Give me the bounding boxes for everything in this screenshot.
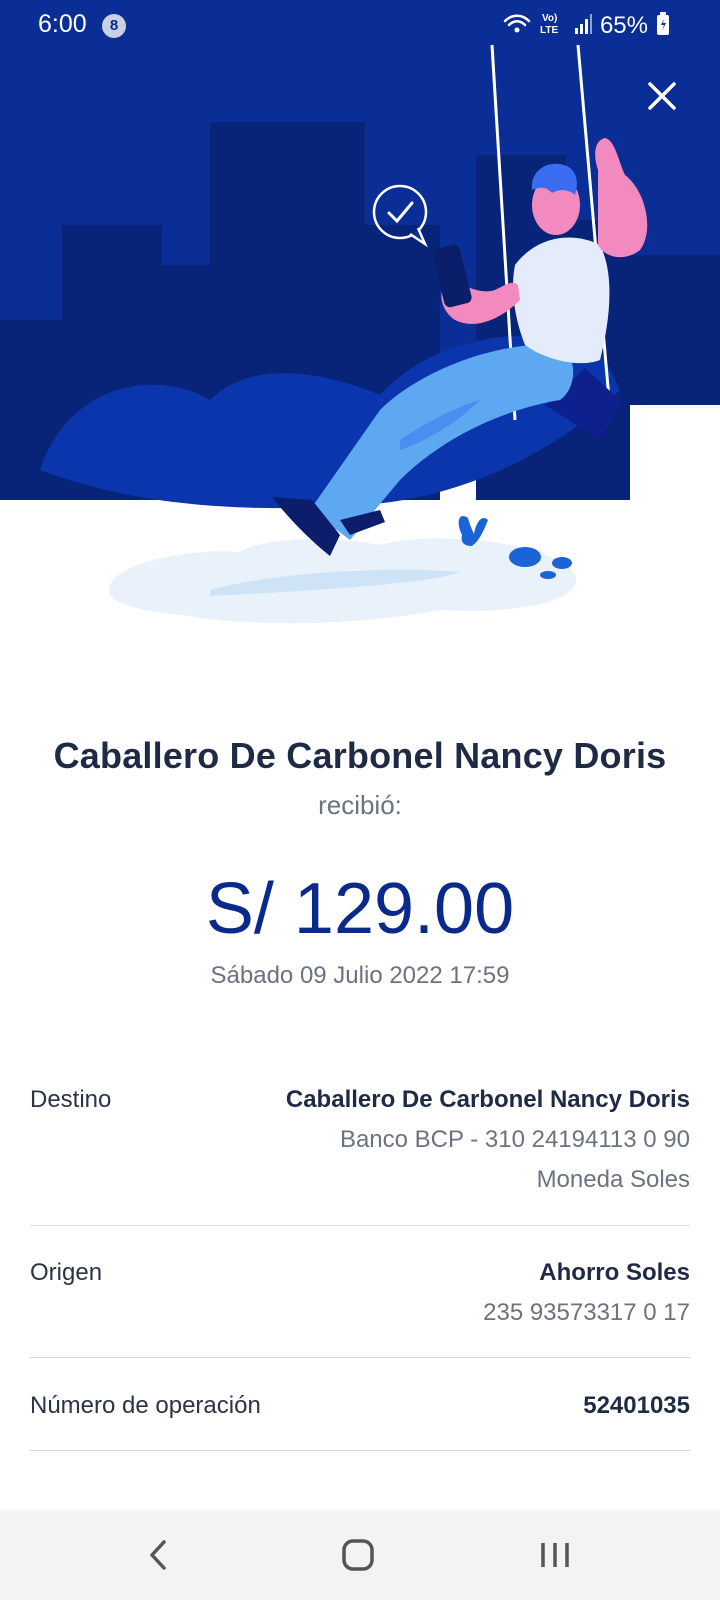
status-icons: Vo) LTE 65% bbox=[502, 11, 670, 42]
home-button[interactable] bbox=[328, 1530, 388, 1580]
back-button[interactable] bbox=[128, 1530, 188, 1580]
battery-icon bbox=[656, 11, 670, 41]
back-icon bbox=[150, 1540, 166, 1570]
transfer-amount: S/ 129.00 bbox=[205, 869, 515, 949]
notification-count-badge: 8 bbox=[102, 14, 126, 38]
home-icon bbox=[342, 1539, 374, 1571]
detail-row-origen: Origen Ahorro Soles 235 93573317 0 17 bbox=[30, 1253, 690, 1333]
recents-icon bbox=[541, 1543, 569, 1567]
close-icon bbox=[648, 82, 676, 110]
divider bbox=[30, 1225, 690, 1226]
status-time: 6:00 bbox=[38, 10, 87, 38]
wifi-icon bbox=[502, 12, 532, 41]
network-label: LTE bbox=[540, 25, 558, 36]
origen-account-number: 235 93573317 0 17 bbox=[483, 1299, 690, 1326]
origen-values: Ahorro Soles 235 93573317 0 17 bbox=[483, 1253, 690, 1333]
destino-currency: Moneda Soles bbox=[536, 1166, 690, 1193]
divider bbox=[30, 1450, 690, 1451]
battery-percent: 65% bbox=[599, 12, 648, 39]
origen-label: Origen bbox=[30, 1259, 103, 1286]
origen-account-type: Ahorro Soles bbox=[539, 1259, 690, 1286]
transfer-date: Sábado 09 Julio 2022 17:59 bbox=[210, 962, 510, 989]
hero-illustration bbox=[0, 0, 720, 660]
swing-illustration bbox=[0, 0, 720, 624]
operacion-number: 52401035 bbox=[583, 1392, 690, 1419]
operacion-label: Número de operación bbox=[30, 1392, 261, 1419]
detail-row-destino: Destino Caballero De Carbonel Nancy Dori… bbox=[30, 1080, 690, 1200]
operacion-values: 52401035 bbox=[583, 1386, 690, 1426]
destino-label: Destino bbox=[30, 1086, 112, 1113]
destino-values: Caballero De Carbonel Nancy Doris Banco … bbox=[286, 1080, 690, 1200]
svg-text:Vo): Vo) bbox=[542, 13, 557, 24]
destino-name: Caballero De Carbonel Nancy Doris bbox=[285, 1086, 690, 1113]
recipient-name: Caballero De Carbonel Nancy Doris bbox=[53, 735, 667, 776]
lte-icon: Vo) LTE bbox=[540, 11, 566, 42]
recents-button[interactable] bbox=[525, 1530, 585, 1580]
divider bbox=[30, 1357, 690, 1358]
destino-bank-account: Banco BCP - 310 24194113 0 90 bbox=[339, 1126, 690, 1153]
signal-icon bbox=[574, 13, 592, 40]
close-button[interactable] bbox=[640, 74, 684, 118]
status-bar: 6:00 8 Vo) LTE 65% bbox=[0, 0, 720, 52]
detail-row-operacion: Número de operación 52401035 bbox=[30, 1386, 690, 1426]
received-label: recibió: bbox=[318, 790, 402, 820]
navigation-bar bbox=[0, 1510, 720, 1600]
